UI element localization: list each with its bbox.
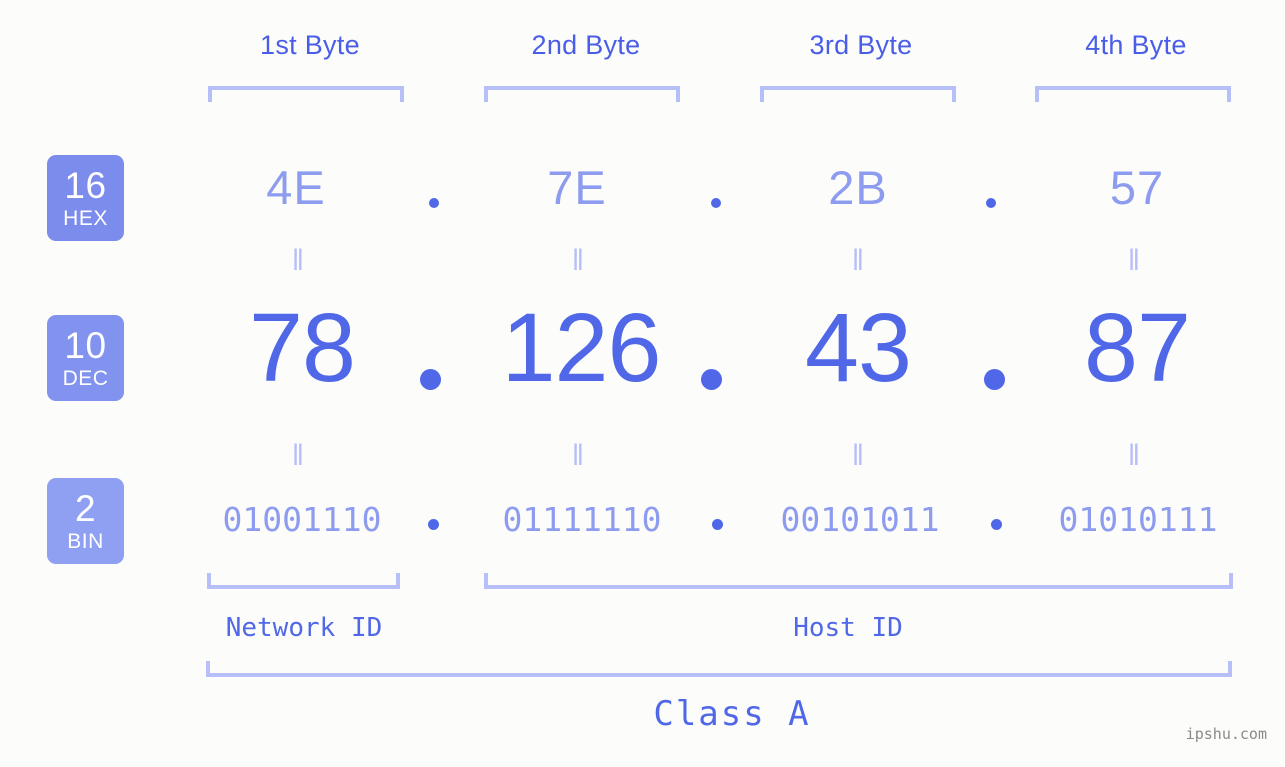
dec-byte-1: 78 xyxy=(249,293,356,402)
base-badge-hex: 16 HEX xyxy=(47,155,124,241)
byte-header-2: 2nd Byte xyxy=(531,30,641,60)
dec-byte-4: 87 xyxy=(1084,293,1191,402)
equals-hex-dec-3: ‖ xyxy=(851,244,867,277)
equals-hex-dec-2: ‖ xyxy=(571,244,587,277)
equals-dec-bin-3: ‖ xyxy=(851,439,867,472)
base-badge-dec-name: DEC xyxy=(62,367,109,390)
bin-byte-3: 00101011 xyxy=(780,500,940,539)
equals-hex-dec-4: ‖ xyxy=(1127,244,1143,277)
equals-dec-bin-2: ‖ xyxy=(571,439,587,472)
hex-byte-1: 4E xyxy=(266,161,326,214)
byte-bracket-1 xyxy=(208,86,404,102)
hex-byte-2: 7E xyxy=(547,161,607,214)
class-bracket xyxy=(206,661,1232,677)
base-badge-bin-number: 2 xyxy=(74,488,97,529)
byte-bracket-4 xyxy=(1035,86,1231,102)
base-badge-bin: 2 BIN xyxy=(47,478,124,564)
base-badge-dec: 10 DEC xyxy=(47,315,124,401)
base-badge-hex-number: 16 xyxy=(64,165,107,206)
bin-byte-4: 01010111 xyxy=(1058,500,1218,539)
hex-separator-dot-1 xyxy=(429,198,439,208)
site-watermark: ipshu.com xyxy=(1185,725,1267,743)
bin-separator-dot-1 xyxy=(428,519,439,530)
base-badge-dec-number: 10 xyxy=(64,325,107,366)
byte-header-3: 3rd Byte xyxy=(809,30,913,60)
byte-header-4: 4th Byte xyxy=(1085,30,1187,60)
dec-separator-dot-1 xyxy=(420,369,441,390)
base-badge-bin-name: BIN xyxy=(67,530,104,553)
byte-bracket-2 xyxy=(484,86,680,102)
equals-dec-bin-4: ‖ xyxy=(1127,439,1143,472)
dec-separator-dot-2 xyxy=(701,369,722,390)
bin-separator-dot-2 xyxy=(712,519,723,530)
bin-byte-2: 01111110 xyxy=(502,500,662,539)
host-id-label: Host ID xyxy=(793,613,903,643)
ip-address-breakdown-diagram: 1st Byte 2nd Byte 3rd Byte 4th Byte 16 H… xyxy=(0,0,1285,767)
base-badge-hex-name: HEX xyxy=(63,207,108,230)
byte-bracket-3 xyxy=(760,86,956,102)
host-id-bracket xyxy=(484,573,1233,589)
network-id-label: Network ID xyxy=(225,613,383,643)
bin-byte-1: 01001110 xyxy=(222,500,382,539)
equals-dec-bin-1: ‖ xyxy=(291,439,307,472)
equals-hex-dec-1: ‖ xyxy=(291,244,307,277)
hex-byte-3: 2B xyxy=(828,161,888,214)
dec-byte-2: 126 xyxy=(501,293,662,402)
hex-separator-dot-2 xyxy=(711,198,721,208)
network-id-bracket xyxy=(207,573,400,589)
byte-header-1: 1st Byte xyxy=(260,30,360,60)
hex-separator-dot-3 xyxy=(986,198,996,208)
hex-byte-4: 57 xyxy=(1109,161,1165,214)
class-label: Class A xyxy=(653,694,811,734)
dec-byte-3: 43 xyxy=(805,293,912,402)
dec-separator-dot-3 xyxy=(984,369,1005,390)
bin-separator-dot-3 xyxy=(991,519,1002,530)
